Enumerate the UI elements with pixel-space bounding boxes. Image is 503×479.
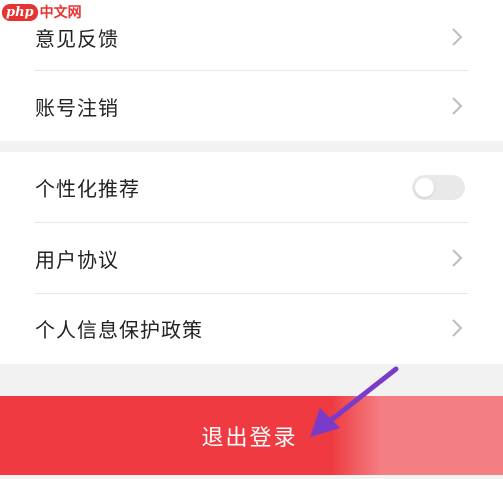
account-cancel-label: 账号注销 — [35, 95, 119, 120]
feedback-row[interactable]: 意见反馈 — [0, 17, 503, 57]
user-agreement-label: 用户协议 — [35, 247, 119, 272]
personalized-recommend-toggle[interactable] — [412, 175, 465, 200]
user-agreement-row[interactable]: 用户协议 — [0, 238, 503, 278]
watermark-brand: php — [2, 3, 38, 21]
logout-button[interactable]: 退出登录 — [0, 396, 503, 475]
toggle-knob — [415, 178, 434, 197]
personalized-recommend-label: 个性化推荐 — [35, 176, 140, 201]
account-cancel-row[interactable]: 账号注销 — [0, 86, 503, 126]
privacy-policy-row[interactable]: 个人信息保护政策 — [0, 308, 503, 348]
chevron-right-icon — [452, 28, 463, 46]
chevron-right-icon — [452, 97, 463, 115]
divider — [35, 70, 468, 71]
watermark-site: 中文网 — [39, 5, 82, 21]
chevron-right-icon — [452, 249, 463, 267]
chevron-right-icon — [452, 319, 463, 337]
feedback-label: 意见反馈 — [35, 26, 119, 51]
logout-label: 退出登录 — [201, 425, 298, 451]
personalized-recommend-row: 个性化推荐 — [0, 167, 503, 207]
settings-card-bottom: 个性化推荐 用户协议 个人信息保护政策 — [0, 152, 503, 364]
watermark-logo: php 中文网 — [2, 2, 82, 22]
divider — [35, 222, 468, 223]
blurred-region — [330, 396, 503, 475]
divider — [35, 293, 468, 294]
privacy-policy-label: 个人信息保护政策 — [35, 317, 203, 342]
